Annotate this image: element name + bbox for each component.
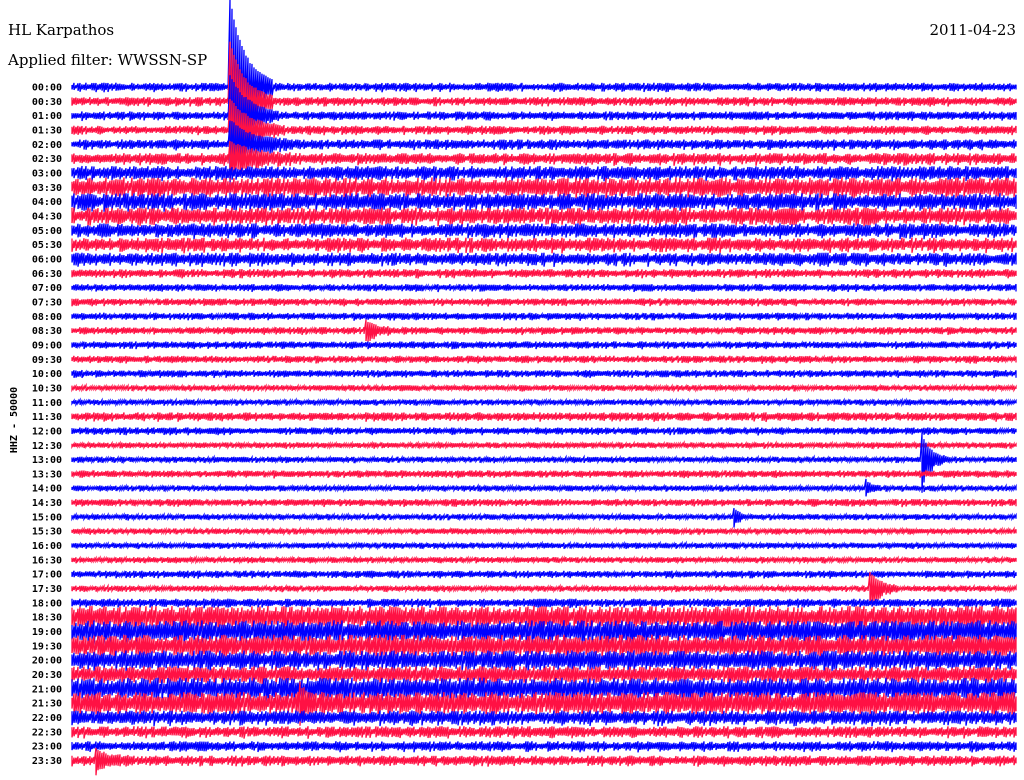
row-time-label: 08:00 <box>32 312 62 323</box>
row-time-label: 17:00 <box>32 570 62 581</box>
row-time-label: 00:30 <box>32 97 62 108</box>
y-axis-label: HHZ - 50000 <box>9 387 20 453</box>
trace-0830 <box>71 319 1017 342</box>
trace-1630 <box>71 554 1017 565</box>
trace-1030 <box>71 382 1017 393</box>
row-time-label: 04:00 <box>32 197 62 208</box>
row-time-label: 06:00 <box>32 254 62 265</box>
row-time-label: 06:30 <box>32 269 62 280</box>
row-time-label: 10:00 <box>32 369 62 380</box>
row-time-label: 10:30 <box>32 383 62 394</box>
trace-1600 <box>71 540 1017 551</box>
row-time-label: 07:00 <box>32 283 62 294</box>
row-time-label: 22:30 <box>32 727 62 738</box>
row-time-label: 01:30 <box>32 125 62 136</box>
trace-1400 <box>71 478 1017 497</box>
trace-0930 <box>71 354 1017 364</box>
row-time-label: 09:00 <box>32 340 62 351</box>
row-time-label: 00:00 <box>32 83 62 94</box>
trace-0300 <box>71 165 1017 182</box>
row-time-label: 16:00 <box>32 541 62 552</box>
row-time-label: 23:00 <box>32 742 62 753</box>
trace-0530 <box>71 237 1017 254</box>
row-time-label: 11:30 <box>32 412 62 423</box>
row-time-label: 23:30 <box>32 756 62 767</box>
row-time-label: 13:30 <box>32 469 62 480</box>
row-time-label: 05:00 <box>32 226 62 237</box>
row-time-label: 12:30 <box>32 441 62 452</box>
row-time-label: 16:30 <box>32 555 62 566</box>
trace-0900 <box>71 340 1017 350</box>
row-time-label: 03:30 <box>32 183 62 194</box>
row-time-label: 21:00 <box>32 684 62 695</box>
trace-0630 <box>71 268 1017 279</box>
row-time-label: 04:30 <box>32 211 62 222</box>
row-time-label: 21:30 <box>32 699 62 710</box>
trace-1500 <box>71 507 1017 528</box>
row-time-label: 15:00 <box>32 512 62 523</box>
trace-2230 <box>71 726 1017 739</box>
trace-0500 <box>71 223 1017 240</box>
trace-1530 <box>71 526 1017 537</box>
row-time-label: 13:00 <box>32 455 62 466</box>
trace-0430 <box>71 207 1017 227</box>
row-time-label: 18:30 <box>32 613 62 624</box>
row-time-label: 08:30 <box>32 326 62 337</box>
row-time-label: 18:00 <box>32 598 62 609</box>
row-time-label: 12:00 <box>32 426 62 437</box>
trace-0730 <box>71 297 1017 307</box>
trace-0130 <box>71 99 1017 165</box>
row-time-label: 15:30 <box>32 527 62 538</box>
row-time-label: 07:30 <box>32 297 62 308</box>
row-time-label: 09:30 <box>32 355 62 366</box>
trace-1130 <box>71 411 1017 423</box>
row-time-label: 03:00 <box>32 168 62 179</box>
trace-1200 <box>71 426 1017 436</box>
trace-0800 <box>71 311 1017 321</box>
row-time-label: 17:30 <box>32 584 62 595</box>
helicorder-plot: HHZ - 50000 00:00 00:30 01:00 01:30 02:00 02:… <box>9 0 1017 776</box>
trace-1000 <box>71 368 1017 379</box>
row-time-label: 02:30 <box>32 154 62 165</box>
row-time-label: 20:30 <box>32 670 62 681</box>
row-time-label: 14:30 <box>32 498 62 509</box>
trace-0700 <box>71 282 1017 293</box>
row-time-label: 14:00 <box>32 484 62 495</box>
row-time-label: 22:00 <box>32 713 62 724</box>
trace-1100 <box>71 397 1017 408</box>
trace-0600 <box>71 252 1017 268</box>
row-time-label: 11:00 <box>32 398 62 409</box>
row-time-label: 05:30 <box>32 240 62 251</box>
trace-2300 <box>71 741 1017 753</box>
row-time-label: 02:00 <box>32 140 62 151</box>
trace-2200 <box>71 710 1017 727</box>
trace-1430 <box>71 497 1017 508</box>
row-time-label: 01:00 <box>32 111 62 122</box>
trace-2330 <box>71 747 1017 776</box>
row-time-label: 19:00 <box>32 627 62 638</box>
trace-1330 <box>71 469 1017 479</box>
row-time-label: 19:30 <box>32 641 62 652</box>
row-time-label: 20:00 <box>32 656 62 667</box>
trace-1230 <box>71 440 1017 451</box>
